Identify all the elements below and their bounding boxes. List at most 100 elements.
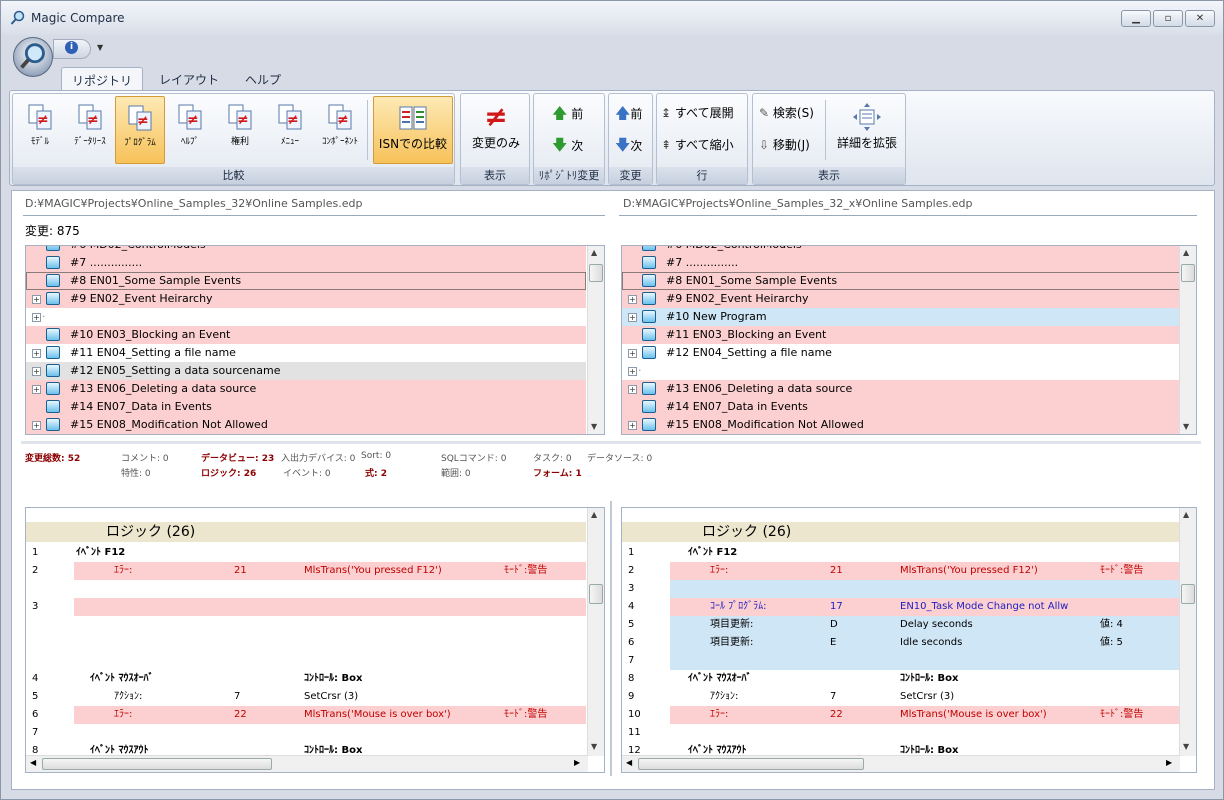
move-button[interactable]: ⇩ 移動(J) (759, 134, 810, 156)
scroll-left-icon[interactable]: ◀ (30, 758, 36, 767)
logic-row[interactable]: 7 (26, 724, 586, 742)
maximize-button[interactable]: ▫ (1153, 10, 1183, 27)
compare-help-button[interactable]: ≠ ﾍﾙﾌﾟ (165, 96, 215, 164)
left-logic-vscrollbar[interactable]: ▲ ▼ (587, 508, 604, 756)
compare-menu-button[interactable]: ≠ ﾒﾆｭｰ (265, 96, 315, 164)
scroll-down-icon[interactable]: ▼ (1183, 742, 1189, 751)
tree-row[interactable]: #11 EN03_Blocking an Event (622, 326, 1182, 344)
tree-row[interactable]: + · (622, 362, 1182, 380)
logic-row[interactable]: 1 ｲﾍﾞﾝﾄ F12 (26, 544, 586, 562)
expand-detail-button[interactable]: 詳細を拡張 (831, 96, 903, 164)
scroll-thumb[interactable] (1181, 584, 1195, 604)
qat-dropdown-icon[interactable]: ▼ (97, 43, 103, 52)
tree-row[interactable]: + #15 EN08_Modification Not Allowed (26, 416, 586, 434)
scroll-down-icon[interactable]: ▼ (591, 742, 597, 751)
left-logic-hscrollbar[interactable]: ◀ ▶ (26, 755, 588, 772)
logic-row[interactable] (26, 616, 586, 634)
logic-row[interactable]: 11 (622, 724, 1182, 742)
repo-prev-button[interactable]: 🡅 前 (552, 102, 583, 124)
tree-row[interactable]: #8 EN01_Some Sample Events (622, 272, 1182, 290)
tree-row[interactable]: + #9 EN02_Event Heirarchy (622, 290, 1182, 308)
logic-row[interactable]: 4 ｲﾍﾞﾝﾄ ﾏｳｽｵｰﾊﾞ ｺﾝﾄﾛｰﾙ: Box (26, 670, 586, 688)
logic-row[interactable]: 5 項目更新: D Delay seconds 値: 4 (622, 616, 1182, 634)
scroll-thumb[interactable] (638, 758, 864, 770)
search-button[interactable]: ✎ 検索(S) (759, 102, 814, 124)
scroll-down-icon[interactable]: ▼ (591, 422, 597, 431)
scroll-thumb[interactable] (589, 584, 603, 604)
compare-program-button[interactable]: ≠ ﾌﾟﾛｸﾞﾗﾑ (115, 96, 165, 164)
logic-row[interactable]: 3 (26, 598, 586, 616)
tree-row[interactable]: + · (26, 308, 586, 326)
scroll-thumb[interactable] (589, 264, 603, 282)
vertical-splitter[interactable] (610, 501, 612, 776)
scroll-right-icon[interactable]: ▶ (1166, 758, 1172, 767)
compare-datasource-button[interactable]: ≠ ﾃﾞｰﾀﾘｰｽ (65, 96, 115, 164)
application-menu-button[interactable] (13, 37, 53, 77)
logic-row[interactable]: 9 ｱｸｼｮﾝ: 7 SetCrsr (3) (622, 688, 1182, 706)
expand-toggle-icon[interactable]: + (32, 295, 41, 304)
expand-toggle-icon[interactable]: + (628, 295, 637, 304)
tree-row[interactable]: #10 EN03_Blocking an Event (26, 326, 586, 344)
tree-row[interactable]: #7 ............... (26, 254, 586, 272)
left-tree-scrollbar[interactable]: ▲ ▼ (587, 246, 604, 434)
tree-row[interactable]: #6 MD02_ControlModels (26, 246, 586, 254)
tree-row[interactable]: #14 EN07_Data in Events (26, 398, 586, 416)
compare-rights-button[interactable]: ≠ 権利 (215, 96, 265, 164)
logic-row[interactable]: 6 ｴﾗｰ: 22 MlsTrans('Mouse is over box') ﾓｰﾄﾞ… (26, 706, 586, 724)
expand-toggle-icon[interactable]: + (628, 367, 637, 376)
expand-toggle-icon[interactable]: + (628, 313, 637, 322)
scroll-up-icon[interactable]: ▲ (591, 248, 597, 257)
tree-row[interactable]: #6 MD02_ControlModels (622, 246, 1182, 254)
logic-row[interactable] (26, 580, 586, 598)
tree-row[interactable]: #8 EN01_Some Sample Events (26, 272, 586, 290)
logic-row[interactable]: 7 (622, 652, 1182, 670)
tree-row[interactable]: #14 EN07_Data in Events (622, 398, 1182, 416)
expand-toggle-icon[interactable]: + (32, 367, 41, 376)
isn-compare-button[interactable]: ISNでの比較 (373, 96, 453, 164)
logic-row[interactable]: 2 ｴﾗｰ: 21 MlsTrans('You pressed F12') ﾓｰﾄﾞ:警… (26, 562, 586, 580)
right-logic-vscrollbar[interactable]: ▲ ▼ (1179, 508, 1196, 756)
logic-row[interactable]: 10 ｴﾗｰ: 22 MlsTrans('Mouse is over box') ﾓｰﾄ… (622, 706, 1182, 724)
compare-component-button[interactable]: ≠ ｺﾝﾎﾟｰﾈﾝﾄ (315, 96, 365, 164)
logic-row[interactable]: 5 ｱｸｼｮﾝ: 7 SetCrsr (3) (26, 688, 586, 706)
tree-row[interactable]: + #13 EN06_Deleting a data source (26, 380, 586, 398)
change-prev-button[interactable]: 🡅前 (615, 102, 642, 124)
tree-row[interactable]: + #12 EN04_Setting a file name (622, 344, 1182, 362)
logic-row[interactable]: 6 項目更新: E Idle seconds 値: 5 (622, 634, 1182, 652)
expand-toggle-icon[interactable]: + (628, 385, 637, 394)
right-logic-hscrollbar[interactable]: ◀ ▶ (622, 755, 1180, 772)
logic-row[interactable] (26, 634, 586, 652)
right-logic-panel[interactable]: ロジック (26) 1 ｲﾍﾞﾝﾄ F12 2 ｴﾗｰ: 21 MlsTrans('You… (621, 507, 1197, 773)
minimize-button[interactable]: ▁ (1121, 10, 1151, 27)
tree-row[interactable]: + #12 EN05_Setting a data sourcename (26, 362, 586, 380)
scroll-up-icon[interactable]: ▲ (1183, 248, 1189, 257)
tree-row[interactable]: + #10 New Program (622, 308, 1182, 326)
splitter[interactable] (21, 441, 1201, 444)
scroll-down-icon[interactable]: ▼ (1183, 422, 1189, 431)
changes-only-button[interactable]: ≠ 変更のみ (465, 96, 527, 164)
scroll-thumb[interactable] (42, 758, 272, 770)
scroll-left-icon[interactable]: ◀ (626, 758, 632, 767)
change-next-button[interactable]: 🡇次 (615, 134, 642, 156)
logic-row[interactable]: 8 ｲﾍﾞﾝﾄ ﾏｳｽｵｰﾊﾞ ｺﾝﾄﾛｰﾙ: Box (622, 670, 1182, 688)
tab-help[interactable]: ヘルプ (235, 67, 291, 91)
expand-toggle-icon[interactable]: + (32, 349, 41, 358)
close-button[interactable]: ✕ (1185, 10, 1215, 27)
logic-row[interactable]: 3 (622, 580, 1182, 598)
scroll-right-icon[interactable]: ▶ (574, 758, 580, 767)
info-icon[interactable]: i (65, 41, 78, 54)
expand-toggle-icon[interactable]: + (32, 421, 41, 430)
logic-row[interactable]: 4 ｺｰﾙ ﾌﾟﾛｸﾞﾗﾑ: 17 EN10_Task Mode Change not… (622, 598, 1182, 616)
logic-row[interactable] (26, 652, 586, 670)
left-logic-panel[interactable]: ロジック (26) 1 ｲﾍﾞﾝﾄ F12 2 ｴﾗｰ: 21 MlsTrans('You… (25, 507, 605, 773)
tab-repository[interactable]: リポジトリ (61, 67, 144, 91)
expand-all-button[interactable]: ↨ すべて展開 (661, 102, 734, 124)
tree-row[interactable]: + #15 EN08_Modification Not Allowed (622, 416, 1182, 434)
tree-row[interactable]: + #9 EN02_Event Heirarchy (26, 290, 586, 308)
repo-next-button[interactable]: 🡇 次 (552, 134, 583, 156)
expand-toggle-icon[interactable]: + (628, 349, 637, 358)
right-tree-scrollbar[interactable]: ▲ ▼ (1179, 246, 1196, 434)
left-tree-panel[interactable]: #6 MD02_ControlModels #7 ............... #… (25, 245, 605, 435)
tab-layout[interactable]: レイアウト (149, 67, 229, 91)
expand-toggle-icon[interactable]: + (32, 385, 41, 394)
